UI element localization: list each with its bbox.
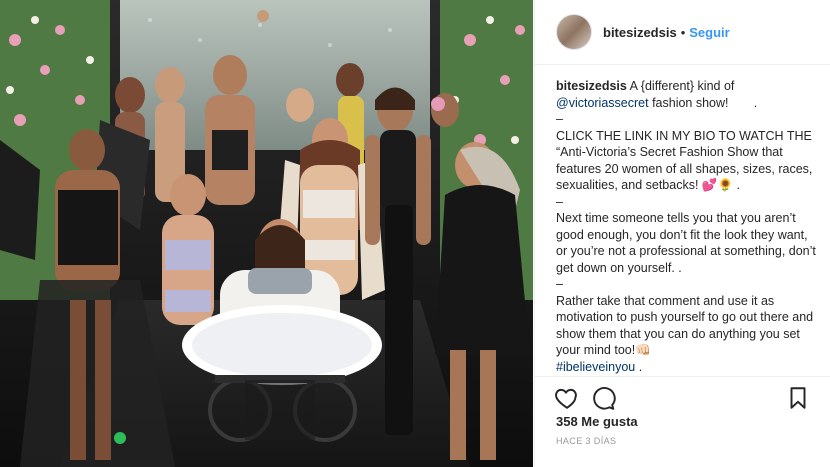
likes-count[interactable]: 358 Me gusta bbox=[556, 414, 638, 429]
avatar[interactable] bbox=[556, 14, 592, 50]
comment-icon[interactable] bbox=[590, 385, 616, 411]
caption-end: . bbox=[638, 359, 643, 374]
header-username[interactable]: bitesizedsis bbox=[603, 25, 677, 40]
follow-button[interactable]: Seguir bbox=[689, 25, 729, 40]
post-header: bitesizedsis • Seguir bbox=[535, 0, 830, 65]
post-actions-bar bbox=[535, 376, 830, 417]
caption-dash-3: – bbox=[556, 277, 563, 291]
caption-username[interactable]: bitesizedsis bbox=[556, 79, 627, 93]
caption-line1: A {different} kind of bbox=[629, 79, 735, 93]
caption-dash-2: – bbox=[556, 194, 563, 209]
caption-paragraph-1: CLICK THE LINK IN MY BIO TO WATCH THE “A… bbox=[556, 128, 813, 193]
post-caption: bitesizedsis A {different} kind of @vict… bbox=[556, 78, 818, 375]
header-separator: • bbox=[680, 24, 686, 40]
caption-mention-link[interactable]: @victoriassecret bbox=[556, 96, 649, 110]
caption-dash-1: – bbox=[556, 112, 563, 126]
caption-paragraph-3: Rather take that comment and use it as m… bbox=[556, 293, 814, 358]
heart-icon[interactable] bbox=[554, 385, 580, 411]
caption-paragraph-2: Next time someone tells you that you are… bbox=[556, 211, 816, 275]
post-photo[interactable] bbox=[0, 0, 533, 467]
caption-line1b: fashion show! ⠀⠀ . bbox=[652, 95, 758, 110]
post-side-panel: bitesizedsis • Seguir bitesizedsis A {di… bbox=[534, 0, 830, 467]
post-timestamp[interactable]: HACE 3 DÍAS bbox=[556, 436, 616, 446]
runway-photo-image bbox=[0, 0, 533, 467]
bookmark-icon[interactable] bbox=[785, 385, 811, 411]
instagram-post: bitesizedsis • Seguir bitesizedsis A {di… bbox=[0, 0, 830, 467]
caption-hashtag-link[interactable]: #ibelieveinyou bbox=[556, 360, 635, 374]
